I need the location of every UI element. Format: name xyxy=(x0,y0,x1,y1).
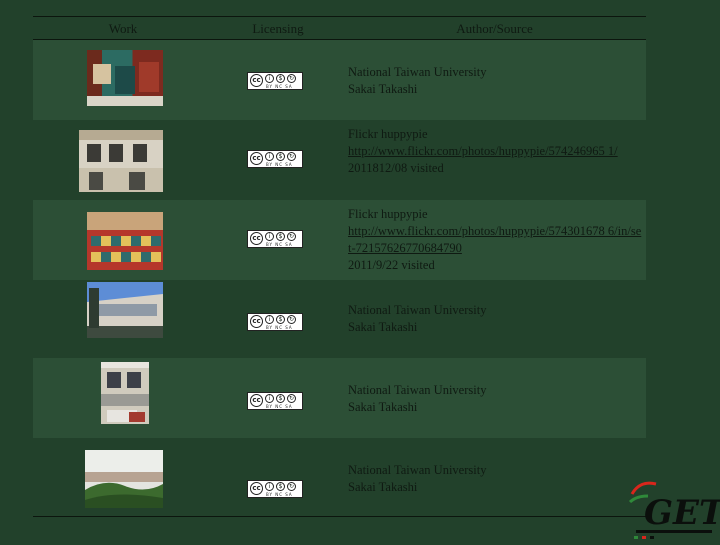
cc-by-nc-sa-icon: cc i $ ↻ BY NC SA xyxy=(247,313,303,331)
work-photo-building xyxy=(101,362,149,424)
author-source: Flickr huppypie http://www.flickr.com/ph… xyxy=(348,127,618,175)
get-logo: GET xyxy=(626,474,720,540)
table-row: cc i $ ↻ BY NC SA National Taiwan Universit… xyxy=(33,358,646,438)
header-author-source: Author/Source xyxy=(456,21,533,36)
author-source: National Taiwan University Sakai Takashi xyxy=(348,383,487,414)
table-bottom-border xyxy=(33,516,646,517)
work-photo-shophouse-facade xyxy=(79,130,163,192)
source-link[interactable]: http://www.flickr.com/photos/huppypie/57… xyxy=(348,224,641,255)
header-work: Work xyxy=(108,21,138,36)
cc-by-nc-sa-icon: cc i $ ↻ BY NC SA xyxy=(247,72,303,90)
source-link[interactable]: http://www.flickr.com/photos/huppypie/57… xyxy=(348,144,618,158)
author-source: National Taiwan University Sakai Takashi xyxy=(348,463,487,494)
cc-by-nc-sa-icon: cc i $ ↻ BY NC SA xyxy=(247,392,303,410)
table-row: cc i $ ↻ BY NC SA Flickr huppypie http://ww… xyxy=(33,120,646,200)
table-row: cc i $ ↻ BY NC SA National Taiwan Universit… xyxy=(33,280,646,358)
header-licensing: Licensing xyxy=(252,21,304,36)
work-photo-shophouse-door xyxy=(87,50,163,106)
work-photo-tiles xyxy=(87,212,163,270)
work-photo-skyline xyxy=(85,450,163,508)
cc-by-nc-sa-icon: cc i $ ↻ BY NC SA xyxy=(247,480,303,498)
cc-by-nc-sa-icon: cc i $ ↻ BY NC SA xyxy=(247,230,303,248)
work-photo-street xyxy=(87,282,163,338)
logo-text: GET xyxy=(644,493,720,533)
author-source: National Taiwan University Sakai Takashi xyxy=(348,65,487,96)
author-source: National Taiwan University Sakai Takashi xyxy=(348,303,487,334)
table-row: cc i $ ↻ BY NC SA Flickr huppypie http://ww… xyxy=(33,200,646,280)
table-row: cc i $ ↻ BY NC SA National Taiwan Universit… xyxy=(33,40,646,120)
cc-by-nc-sa-icon: cc i $ ↻ BY NC SA xyxy=(247,150,303,168)
table-header: Work Licensing Author/Source xyxy=(33,17,646,39)
table-row: cc i $ ↻ BY NC SA National Taiwan Universit… xyxy=(33,438,646,516)
author-source: Flickr huppypie http://www.flickr.com/ph… xyxy=(348,207,642,272)
